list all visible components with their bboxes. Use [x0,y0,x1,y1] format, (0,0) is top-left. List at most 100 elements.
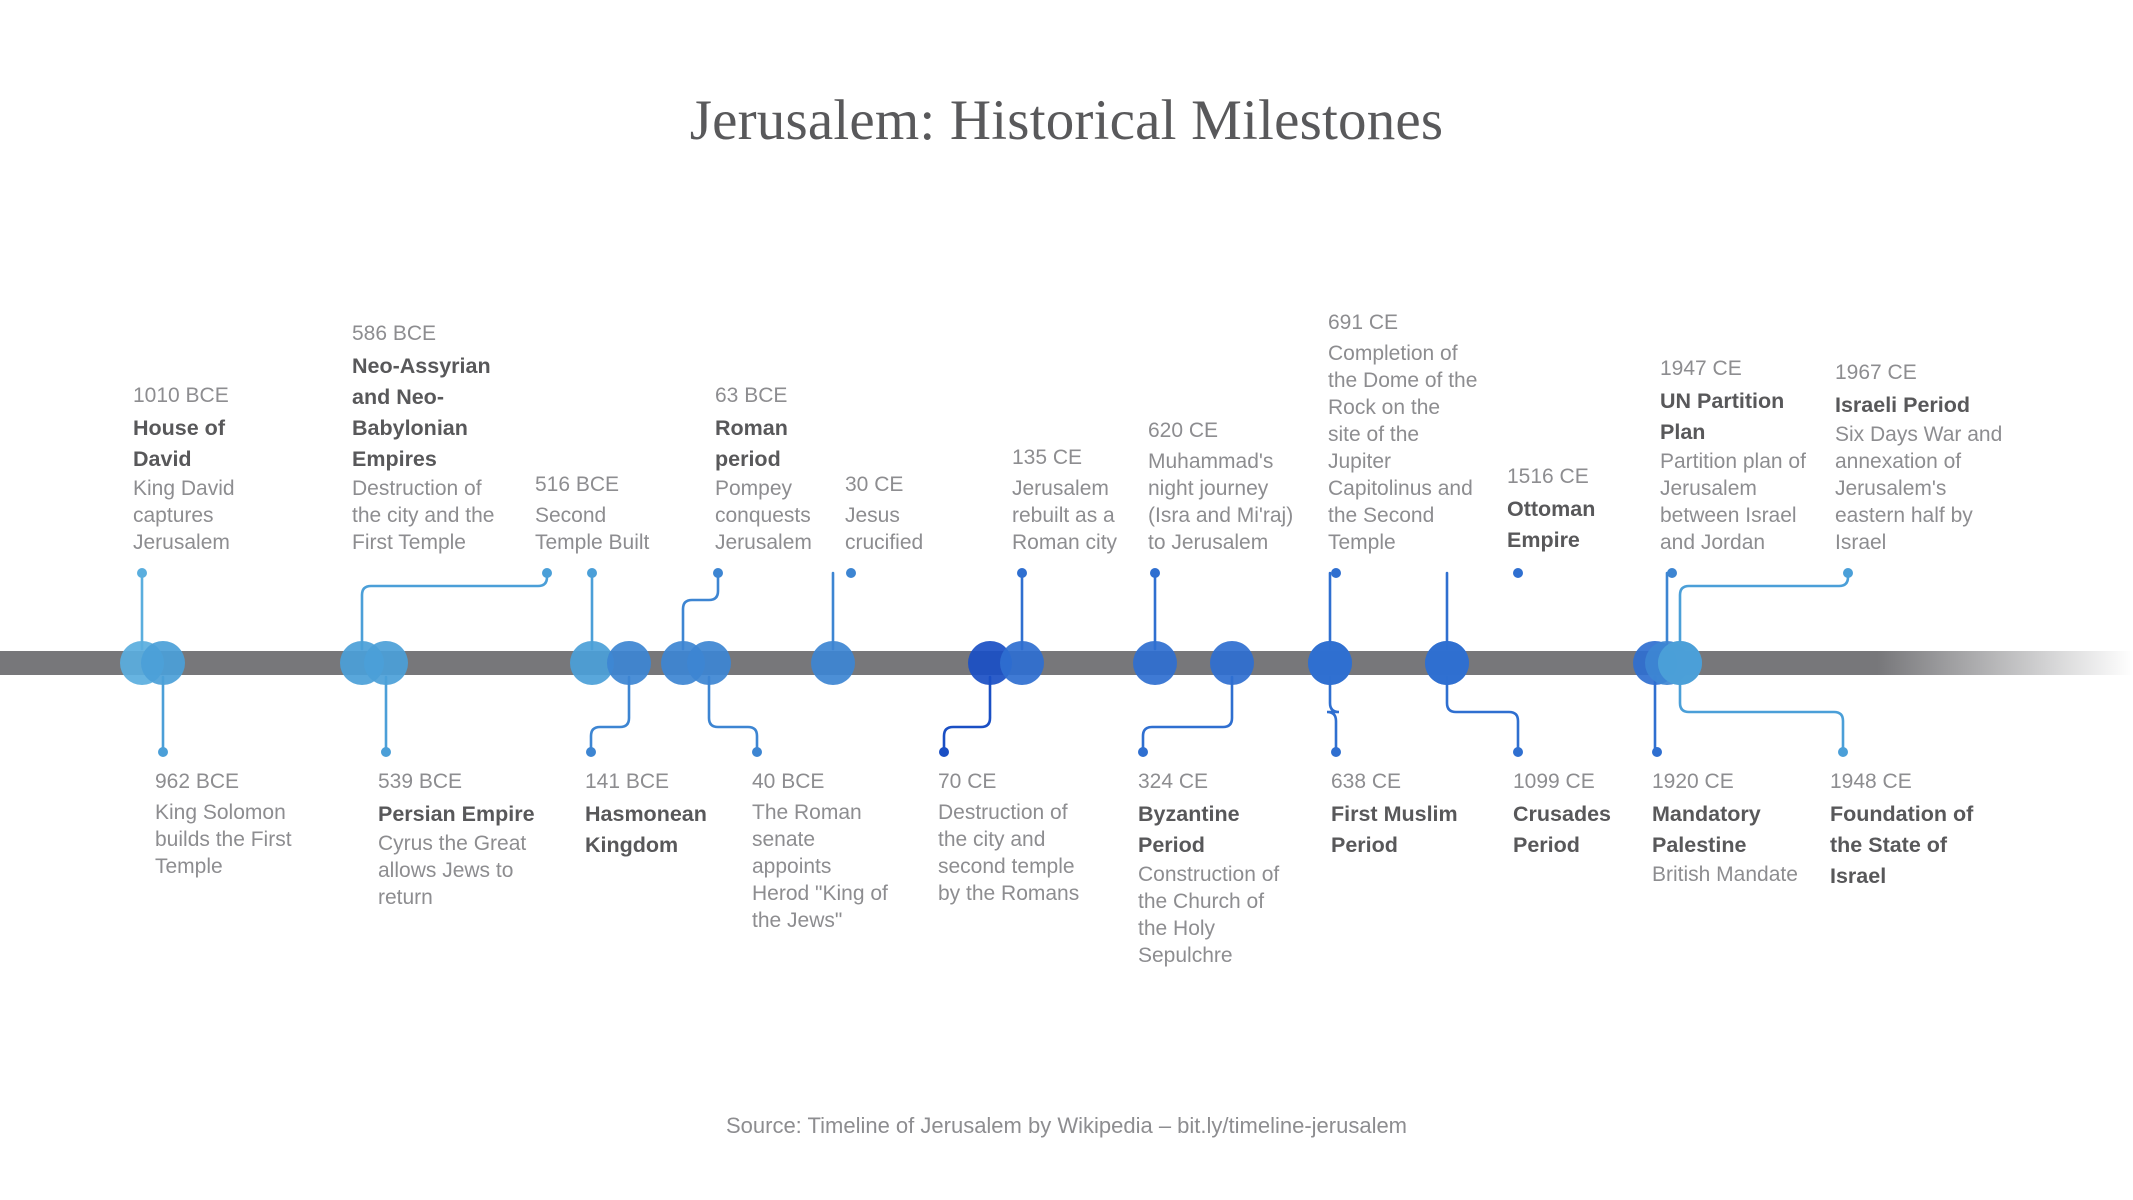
connector-endcap [1017,568,1027,578]
milestone-title: Mandatory Palestine [1652,802,1761,857]
milestone-year: 1010 BCE [133,384,229,407]
connector-lines [140,571,1850,754]
milestone-dot[interactable] [364,641,408,685]
milestone-dot[interactable] [1658,641,1702,685]
connector-endcap [752,747,762,757]
milestone-year: 962 BCE [155,770,240,793]
connector-endcap [939,747,949,757]
milestone-title: House of David [133,416,225,471]
milestone-label: 516 BCE Second Temple Built [535,471,665,556]
milestone-dot[interactable] [661,641,705,685]
milestone-title: First Muslim Period [1331,802,1458,857]
milestone-dot[interactable] [141,641,185,685]
connector-endcap [381,747,391,757]
milestone-dot[interactable] [1000,641,1044,685]
milestone-description: Cyrus the Great allows Jews to return [378,832,527,909]
milestone-year: 63 BCE [715,384,788,407]
timeline-infographic: Jerusalem: Historical Milestones 1010 BC… [0,0,2133,1200]
milestone-dot[interactable] [687,641,731,685]
milestone-dot[interactable] [570,641,614,685]
milestone-year: 1967 CE [1835,361,1917,384]
milestone-title: Ottoman Empire [1507,497,1596,552]
milestone-year: 70 CE [938,770,997,793]
milestone-label: 1967 CE Israeli Period Six Days War and an… [1835,359,2005,556]
milestone-dot[interactable] [120,641,164,685]
connector-line [1678,571,1850,651]
milestone-label: 1099 CE Crusades Period [1513,768,1663,861]
milestone-year: 30 CE [845,473,904,496]
connector-endcap [1652,747,1662,757]
milestone-description: Pompey conquests Jerusalem [715,477,812,554]
connector-line [1326,675,1340,754]
milestone-description: Second Temple Built [535,504,650,554]
milestone-dot[interactable] [1645,641,1689,685]
milestone-description: Jerusalem rebuilt as a Roman city [1012,477,1118,554]
milestone-description: Muhammad's night journey (Isra and Mi'ra… [1148,450,1294,554]
milestone-description: King Solomon builds the First Temple [155,801,292,878]
source-credit: Source: Timeline of Jerusalem by Wikiped… [725,1113,1408,1138]
milestone-dot[interactable] [968,641,1012,685]
milestone-year: 141 BCE [585,770,670,793]
milestone-dot[interactable] [1308,641,1352,685]
milestone-year: 539 BCE [378,770,463,793]
connector-line [1141,675,1234,754]
milestone-year: 1948 CE [1830,770,1912,793]
milestone-dot[interactable] [1133,641,1177,685]
milestone-label: 638 CE First Muslim Period [1331,768,1481,861]
milestone-description: Destruction of the city and second templ… [938,801,1080,905]
connector-line [1445,675,1520,754]
milestone-dot[interactable] [1425,641,1469,685]
milestone-year: 324 CE [1138,770,1209,793]
milestone-title: Crusades Period [1513,802,1611,857]
milestone-label: 586 BCE Neo-Assyrian and Neo-Babylonian E… [352,320,507,556]
timeline-axis [0,651,2133,675]
connector-endcap [1667,568,1677,578]
milestone-title: Israeli Period [1835,393,1971,417]
milestone-dot[interactable] [1633,641,1677,685]
milestone-description: Destruction of the city and the First Te… [352,477,495,554]
connector-endcap [586,747,596,757]
milestone-label: 1948 CE Foundation of the State of Israel [1830,768,1995,892]
milestone-year: 1099 CE [1513,770,1595,793]
milestone-dots [120,641,1702,685]
milestone-description: Completion of the Dome of the Rock on th… [1328,342,1478,554]
connector-line [1678,675,1845,754]
milestone-description: Partition plan of Jerusalem between Isra… [1660,450,1806,554]
connector-endcap [713,568,723,578]
connector-endcap [137,568,147,578]
milestone-label: 1920 CE Mandatory Palestine British Mandat… [1652,768,1802,888]
milestone-year: 40 BCE [752,770,825,793]
milestone-title: Persian Empire [378,802,535,826]
milestone-dot[interactable] [1308,641,1352,685]
connector-endcap [587,568,597,578]
milestone-year: 1516 CE [1507,465,1589,488]
milestone-dot[interactable] [1210,641,1254,685]
milestone-dot[interactable] [811,641,855,685]
milestone-label: 691 CE Completion of the Dome of the Rock… [1328,309,1478,556]
connector-endcap [1331,747,1341,757]
connector-endcap [1838,747,1848,757]
milestone-label: 30 CE Jesus crucified [845,471,975,556]
milestone-dot[interactable] [1425,641,1469,685]
connector-endcap [1843,568,1853,578]
milestone-dot[interactable] [1658,641,1702,685]
milestone-label: 539 BCE Persian Empire Cyrus the Great all… [378,768,540,911]
connector-endcap [1138,747,1148,757]
milestone-label: 962 BCE King Solomon builds the First Tem… [155,768,315,880]
milestone-description: British Mandate [1652,863,1798,886]
milestone-title: Neo-Assyrian and Neo-Babylonian Empires [352,354,491,471]
timeline-graphics [0,568,2133,757]
connector-line [589,675,631,754]
milestone-label: 40 BCE The Roman senate appoints Herod "K… [752,768,892,934]
milestone-year: 1920 CE [1652,770,1734,793]
milestone-dot[interactable] [340,641,384,685]
milestone-description: Construction of the Church of the Holy S… [1138,863,1280,967]
milestone-dot[interactable] [607,641,651,685]
milestone-label: 135 CE Jerusalem rebuilt as a Roman city [1012,444,1134,556]
milestone-year: 691 CE [1328,311,1399,334]
milestone-year: 586 BCE [352,322,437,345]
milestone-year: 1947 CE [1660,357,1742,380]
milestone-title: Byzantine Period [1138,802,1240,857]
connector-line [707,675,759,754]
connector-endcap [542,568,552,578]
